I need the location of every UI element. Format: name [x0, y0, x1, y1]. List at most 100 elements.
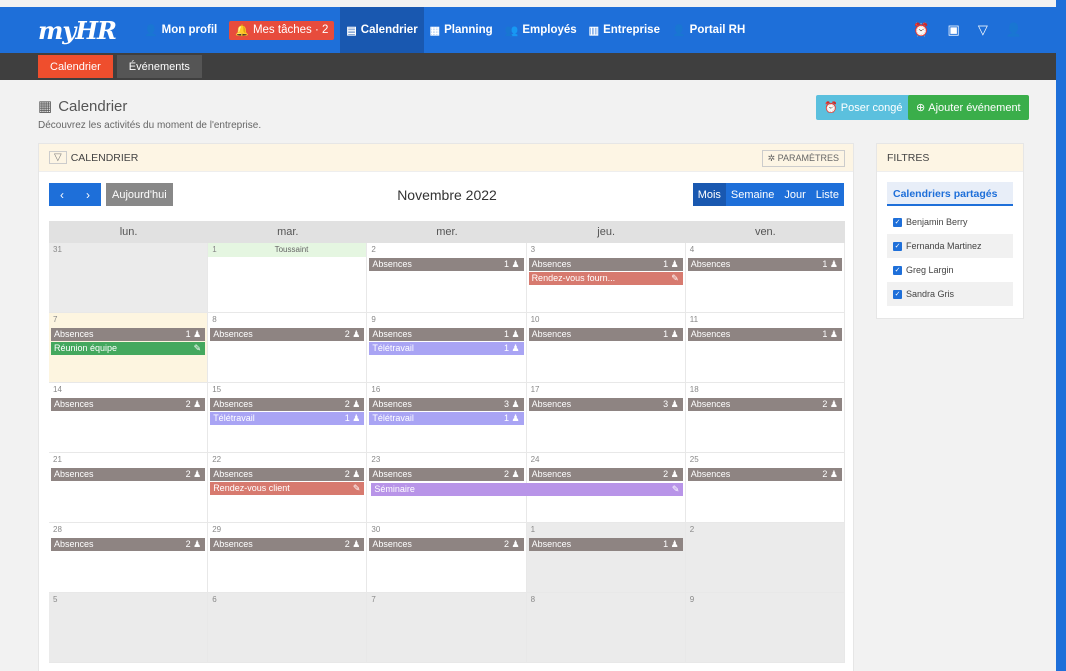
event-abs[interactable]: Absences 3 ♟ [369, 398, 524, 411]
day-cell[interactable]: 10 Absences 1 ♟ [526, 313, 686, 383]
event-abs[interactable]: Absences 2 ♟ [51, 398, 206, 411]
subtab-calendrier[interactable]: Calendrier [38, 55, 113, 78]
event-abs[interactable]: Absences 1 ♟ [528, 258, 683, 271]
event-abs[interactable]: Absences 2 ♟ [369, 538, 524, 551]
checkbox-checked-icon[interactable]: ✓ [893, 217, 902, 227]
day-cell[interactable]: 9 Absences 1 ♟ Télétravail 1 ♟ [367, 313, 527, 383]
day-cell[interactable]: 23 Absences 2 ♟ Séminaire ✎ [367, 453, 684, 523]
filter-person[interactable]: ✓ Fernanda Martinez [887, 234, 1013, 258]
alarm-icon[interactable]: ⏰ [913, 22, 929, 38]
view-liste[interactable]: Liste [810, 183, 844, 206]
day-cell[interactable]: 31 [49, 243, 209, 313]
day-cell[interactable]: 29 Absences 2 ♟ [208, 523, 368, 593]
event-tele[interactable]: Télétravail 1 ♟ [369, 342, 524, 355]
day-cell[interactable]: 15 Absences 2 ♟ Télétravail 1 ♟ [208, 383, 368, 453]
day-cell[interactable]: 6 [208, 593, 368, 663]
day-cell[interactable]: 18 Absences 2 ♟ [685, 383, 845, 453]
day-cell[interactable]: 9 [685, 593, 845, 663]
day-cell[interactable]: 16 Absences 3 ♟ Télétravail 1 ♟ [367, 383, 527, 453]
day-cell[interactable]: 8 [526, 593, 686, 663]
clipboard-icon[interactable]: ▣ [948, 22, 960, 38]
checkbox-checked-icon[interactable]: ✓ [893, 265, 902, 275]
event-abs[interactable]: Absences 2 ♟ [210, 468, 365, 481]
ajouter-evenement-button[interactable]: ⊕ Ajouter événement [908, 95, 1029, 120]
shared-calendars-tab[interactable]: Calendriers partagés [887, 182, 1013, 206]
user-icon: ♟ [190, 539, 202, 549]
event-abs[interactable]: Absences 2 ♟ [210, 398, 365, 411]
event-tele[interactable]: Télétravail 1 ♟ [210, 412, 365, 425]
event-rdv[interactable]: Rendez-vous fourn... ✎ [528, 272, 683, 285]
event-abs[interactable]: Absences 1 ♟ [687, 258, 842, 271]
event-abs[interactable]: Absences 1 ♟ [369, 258, 524, 271]
parametres-button[interactable]: ✲ PARAMÈTRES [761, 150, 845, 167]
filter-person[interactable]: ✓ Sandra Gris [887, 282, 1013, 306]
day-cell[interactable]: 7 Absences 1 ♟ Réunion équipe ✎ [49, 313, 209, 383]
event-abs[interactable]: Absences 2 ♟ [687, 468, 842, 481]
event-abs[interactable]: Absences 2 ♟ [528, 468, 683, 481]
view-jour[interactable]: Jour [779, 183, 811, 206]
day-cell[interactable]: 2 [685, 523, 845, 593]
event-abs[interactable]: Absences 2 ♟ [51, 468, 206, 481]
event-abs[interactable]: Absences 3 ♟ [528, 398, 683, 411]
event-abs[interactable]: Absences 2 ♟ [210, 538, 365, 551]
event-seminaire[interactable]: Séminaire ✎ [371, 483, 684, 496]
logo[interactable]: myHR [38, 16, 117, 45]
weekday-label: ven. [754, 226, 776, 238]
subtab-evenements[interactable]: Événements [116, 55, 202, 78]
user-icon: ♟ [349, 399, 361, 409]
event-meet[interactable]: Réunion équipe ✎ [51, 342, 206, 355]
calendar-card: ▽ CALENDRIER ✲ PARAMÈTRES ‹ › Aujourd'hu… [38, 143, 854, 671]
day-cell[interactable]: 28 Absences 2 ♟ [49, 523, 209, 593]
day-cell[interactable]: 11 Absences 1 ♟ [685, 313, 845, 383]
poser-conge-button[interactable]: ⏰ Poser congé [816, 95, 911, 120]
nav-mes-taches[interactable]: 🔔 Mes tâches · 2 [223, 7, 340, 53]
nav-portail-rh[interactable]: 👤 Portail RH [666, 7, 751, 53]
nav-calendrier[interactable]: ▤ Calendrier [340, 7, 424, 53]
day-number: 31 [53, 245, 62, 254]
event-rdv[interactable]: Rendez-vous client ✎ [210, 482, 365, 495]
filter-icon[interactable]: ▽ [49, 151, 67, 164]
event-abs[interactable]: Absences 1 ♟ [528, 328, 683, 341]
nav-employes[interactable]: 👥 Employés [499, 7, 583, 53]
event-abs[interactable]: Absences 2 ♟ [687, 398, 842, 411]
day-cell[interactable]: 2 Absences 1 ♟ [367, 243, 527, 313]
bell-icon: 🔔 [235, 24, 249, 37]
event-abs[interactable]: Absences 1 ♟ [369, 328, 524, 341]
day-cell[interactable]: 3 Absences 1 ♟ Rendez-vous fourn... ✎ [526, 243, 686, 313]
event-abs[interactable]: Absences 1 ♟ [528, 538, 683, 551]
day-cell[interactable]: 30 Absences 2 ♟ [367, 523, 527, 593]
checkbox-checked-icon[interactable]: ✓ [893, 289, 902, 299]
day-number: 7 [53, 315, 58, 324]
user-icon[interactable]: 👤 [1006, 22, 1022, 38]
day-cell[interactable]: 8 Absences 2 ♟ [208, 313, 368, 383]
nav-planning[interactable]: ▦ Planning [424, 7, 499, 53]
day-number: 9 [689, 595, 695, 604]
view-semaine[interactable]: Semaine [725, 183, 780, 206]
filter-person[interactable]: ✓ Benjamin Berry [887, 210, 1013, 234]
nav-mon-profil[interactable]: 👤 Mon profil [138, 7, 223, 53]
day-cell[interactable]: 5 [49, 593, 209, 663]
event-abs[interactable]: Absences 1 ♟ [687, 328, 842, 341]
filter-person[interactable]: ✓ Greg Largin [887, 258, 1013, 282]
event-abs[interactable]: Absences 2 ♟ [210, 328, 365, 341]
day-cell[interactable]: 22 Absences 2 ♟ Rendez-vous client ✎ [208, 453, 368, 523]
event-abs[interactable]: Absences 2 ♟ [369, 468, 524, 481]
day-cell[interactable]: 25 Absences 2 ♟ [685, 453, 845, 523]
filter-icon[interactable]: ▽ [978, 22, 988, 38]
event-abs[interactable]: Absences 1 ♟ [51, 328, 206, 341]
day-cell[interactable]: 14 Absences 2 ♟ [49, 383, 209, 453]
view-mois[interactable]: Mois [692, 183, 726, 206]
day-cell[interactable]: 1 Absences 1 ♟ [526, 523, 686, 593]
day-number: 8 [212, 315, 217, 324]
nav-entreprise[interactable]: ▥ Entreprise [583, 7, 666, 53]
page-title: ▦ Calendrier [38, 97, 128, 116]
day-cell[interactable]: 4 Absences 1 ♟ [685, 243, 845, 313]
day-number: 25 [689, 455, 699, 464]
checkbox-checked-icon[interactable]: ✓ [893, 241, 902, 251]
event-tele[interactable]: Télétravail 1 ♟ [369, 412, 524, 425]
day-cell[interactable]: 21 Absences 2 ♟ [49, 453, 209, 523]
day-cell[interactable]: 7 [367, 593, 527, 663]
event-abs[interactable]: Absences 2 ♟ [51, 538, 206, 551]
day-cell[interactable]: 1 Toussaint [208, 243, 368, 313]
day-cell[interactable]: 17 Absences 3 ♟ [526, 383, 686, 453]
